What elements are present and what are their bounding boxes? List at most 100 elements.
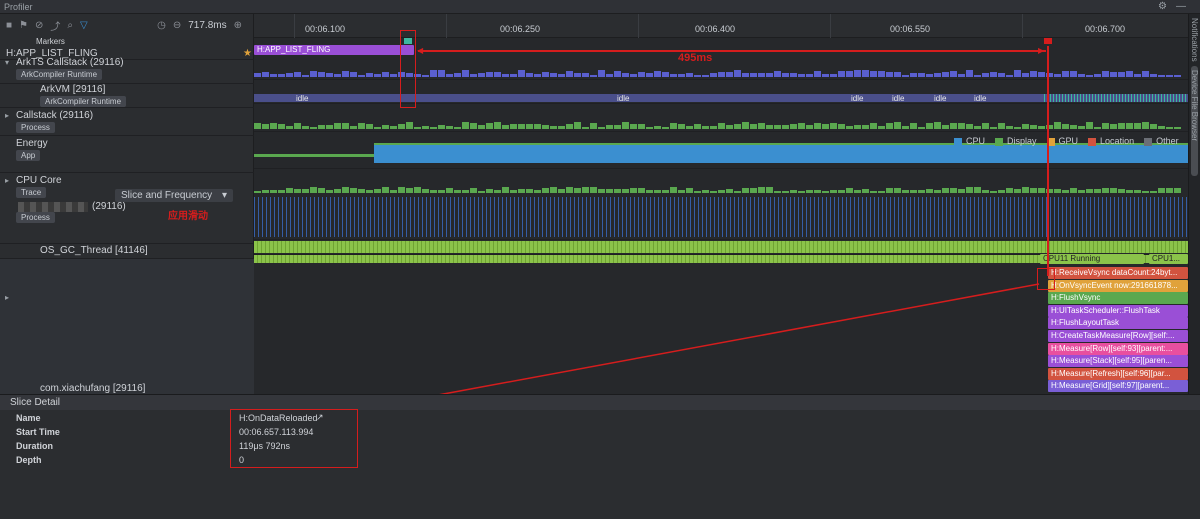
stack-frame <box>344 315 347 325</box>
activity-bar <box>1022 73 1029 77</box>
activity-bar <box>942 188 949 193</box>
call-slice[interactable]: H:CreateTaskMeasure[Row][self:... <box>1048 330 1188 342</box>
call-slice[interactable]: H:Measure[Grid][self:97][parent... <box>1048 380 1188 393</box>
row-arkvm[interactable]: ArkVM [29116] ArkCompiler Runtime <box>0 84 254 108</box>
row-arkts[interactable]: ▾ ArkTS Callstack (29116) ArkCompiler Ru… <box>0 57 254 84</box>
row-gc[interactable]: OS_GC_Thread [41146] <box>0 244 254 259</box>
activity-bar <box>702 126 709 129</box>
activity-bar <box>310 127 317 129</box>
marker-flag-icon[interactable] <box>1044 38 1052 44</box>
expand-icon[interactable]: ▸ <box>5 111 9 120</box>
stack-frame <box>260 303 263 313</box>
call-slice[interactable]: H:Measure[Stack][self:95][paren... <box>1048 355 1188 368</box>
row-energy[interactable]: Energy App <box>0 136 254 173</box>
activity-bar <box>518 70 525 77</box>
expand-icon[interactable]: ▸ <box>5 176 9 185</box>
activity-bar <box>878 126 885 129</box>
activity-bar <box>270 74 277 77</box>
activity-bar <box>382 125 389 129</box>
block-icon[interactable]: ⊘ <box>35 20 43 31</box>
call-slice[interactable]: H:ReceiveVsync dataCount:24byt... <box>1048 267 1188 279</box>
activity-bar <box>358 189 365 193</box>
arkvm-label: ArkVM [29116] <box>40 84 106 95</box>
stack-frame <box>944 267 947 277</box>
activity-bar <box>846 188 853 193</box>
stack-frame <box>404 267 407 277</box>
activity-bar <box>654 190 661 193</box>
activity-bar <box>878 191 885 193</box>
activity-bar <box>526 124 533 129</box>
activity-bar <box>686 73 693 77</box>
detail-header: Slice Detail <box>0 395 1200 410</box>
activity-bar <box>678 190 685 193</box>
activity-bar <box>1102 188 1109 193</box>
activity-bar <box>838 190 845 193</box>
device-file-browser-tab[interactable]: Device File Browser <box>1190 70 1199 141</box>
activity-bar <box>766 125 773 129</box>
call-slice[interactable]: H:Measure[Row][self:93][parent:... <box>1048 342 1188 355</box>
call-slice[interactable]: H:FlushVsync <box>1048 292 1188 305</box>
activity-bar <box>926 74 933 77</box>
notifications-tab[interactable]: Notifications <box>1190 18 1199 62</box>
row-main-thread[interactable]: ▸ com.xiachufang [29116] <box>0 259 254 394</box>
expand-icon[interactable]: ▸ <box>5 293 9 302</box>
activity-bar <box>318 188 325 193</box>
idle-label: idle <box>851 94 864 103</box>
activity-bar <box>510 190 517 193</box>
collapse-icon[interactable]: ▾ <box>5 58 9 67</box>
activity-bar <box>790 190 797 193</box>
activity-bar <box>886 188 893 193</box>
cpu-running-slice[interactable]: CPU1... <box>1149 254 1188 264</box>
stack-frame <box>332 291 335 301</box>
call-slice[interactable]: H:FlushLayoutTask <box>1048 317 1188 330</box>
activity-bar <box>1118 189 1125 193</box>
legend-item: CPU <box>954 136 985 146</box>
fling-slice[interactable]: H:APP_LIST_FLING <box>254 45 414 55</box>
time-ruler[interactable]: 00:06.100 00:06.250 00:06.400 00:06.550 … <box>254 14 1188 38</box>
activity-bar <box>758 123 765 129</box>
cpu-running-slice[interactable]: CPU11 Running <box>1040 254 1144 264</box>
row-process[interactable]: (29116) Process 应用滑动 <box>0 199 254 244</box>
filter-icon[interactable]: ▽ <box>80 20 88 31</box>
export-icon[interactable]: ⤴ <box>50 18 60 33</box>
activity-bar <box>726 125 733 129</box>
search-icon[interactable]: ⌕ <box>67 20 73 31</box>
activity-bar <box>694 191 701 193</box>
history-icon[interactable]: ◷ <box>157 20 166 31</box>
zoom-in-icon[interactable]: ⊕ <box>234 20 242 31</box>
stack-frame <box>668 267 671 277</box>
activity-bar <box>398 187 405 193</box>
minimize-icon[interactable]: — <box>1176 1 1186 12</box>
stack-frame <box>440 267 443 277</box>
zoom-out-icon[interactable]: ⊖ <box>173 20 181 31</box>
callstack-chip: Process <box>16 122 55 133</box>
stack-frame <box>284 303 287 313</box>
activity-bar <box>886 72 893 77</box>
stack-frame <box>260 279 263 289</box>
activity-bar <box>894 122 901 129</box>
activity-bar <box>934 122 941 129</box>
stack-frame <box>344 279 347 289</box>
call-slice[interactable]: H:UITaskScheduler::FlushTask <box>1048 304 1188 317</box>
call-slice[interactable]: H:OnVsyncEvent now:291661878... <box>1048 279 1188 292</box>
flag-icon[interactable]: ⚑ <box>19 20 28 31</box>
call-slice[interactable]: H:Measure[Refresh][self:96][par... <box>1048 367 1188 380</box>
gear-icon[interactable]: ⚙ <box>1158 1 1167 12</box>
stack-frame <box>452 267 455 277</box>
activity-bar <box>342 187 349 193</box>
stack-frame <box>308 279 311 289</box>
activity-bar <box>462 190 469 193</box>
scroll-annotation: 应用滑动 <box>168 211 208 222</box>
activity-bar <box>942 72 949 77</box>
star-icon[interactable]: ★ <box>243 48 252 59</box>
idle-label: idle <box>296 94 309 103</box>
activity-bar <box>958 74 965 77</box>
row-callstack[interactable]: ▸ Callstack (29116) Process <box>0 108 254 136</box>
activity-bar <box>414 127 421 129</box>
stack-frame <box>524 267 527 277</box>
stop-icon[interactable]: ■ <box>6 20 12 31</box>
stack-frame <box>860 267 863 277</box>
activity-bar <box>558 126 565 129</box>
activity-bar <box>646 190 653 193</box>
cpu-mode-dropdown[interactable]: Slice and Frequency ▾ <box>115 189 233 202</box>
